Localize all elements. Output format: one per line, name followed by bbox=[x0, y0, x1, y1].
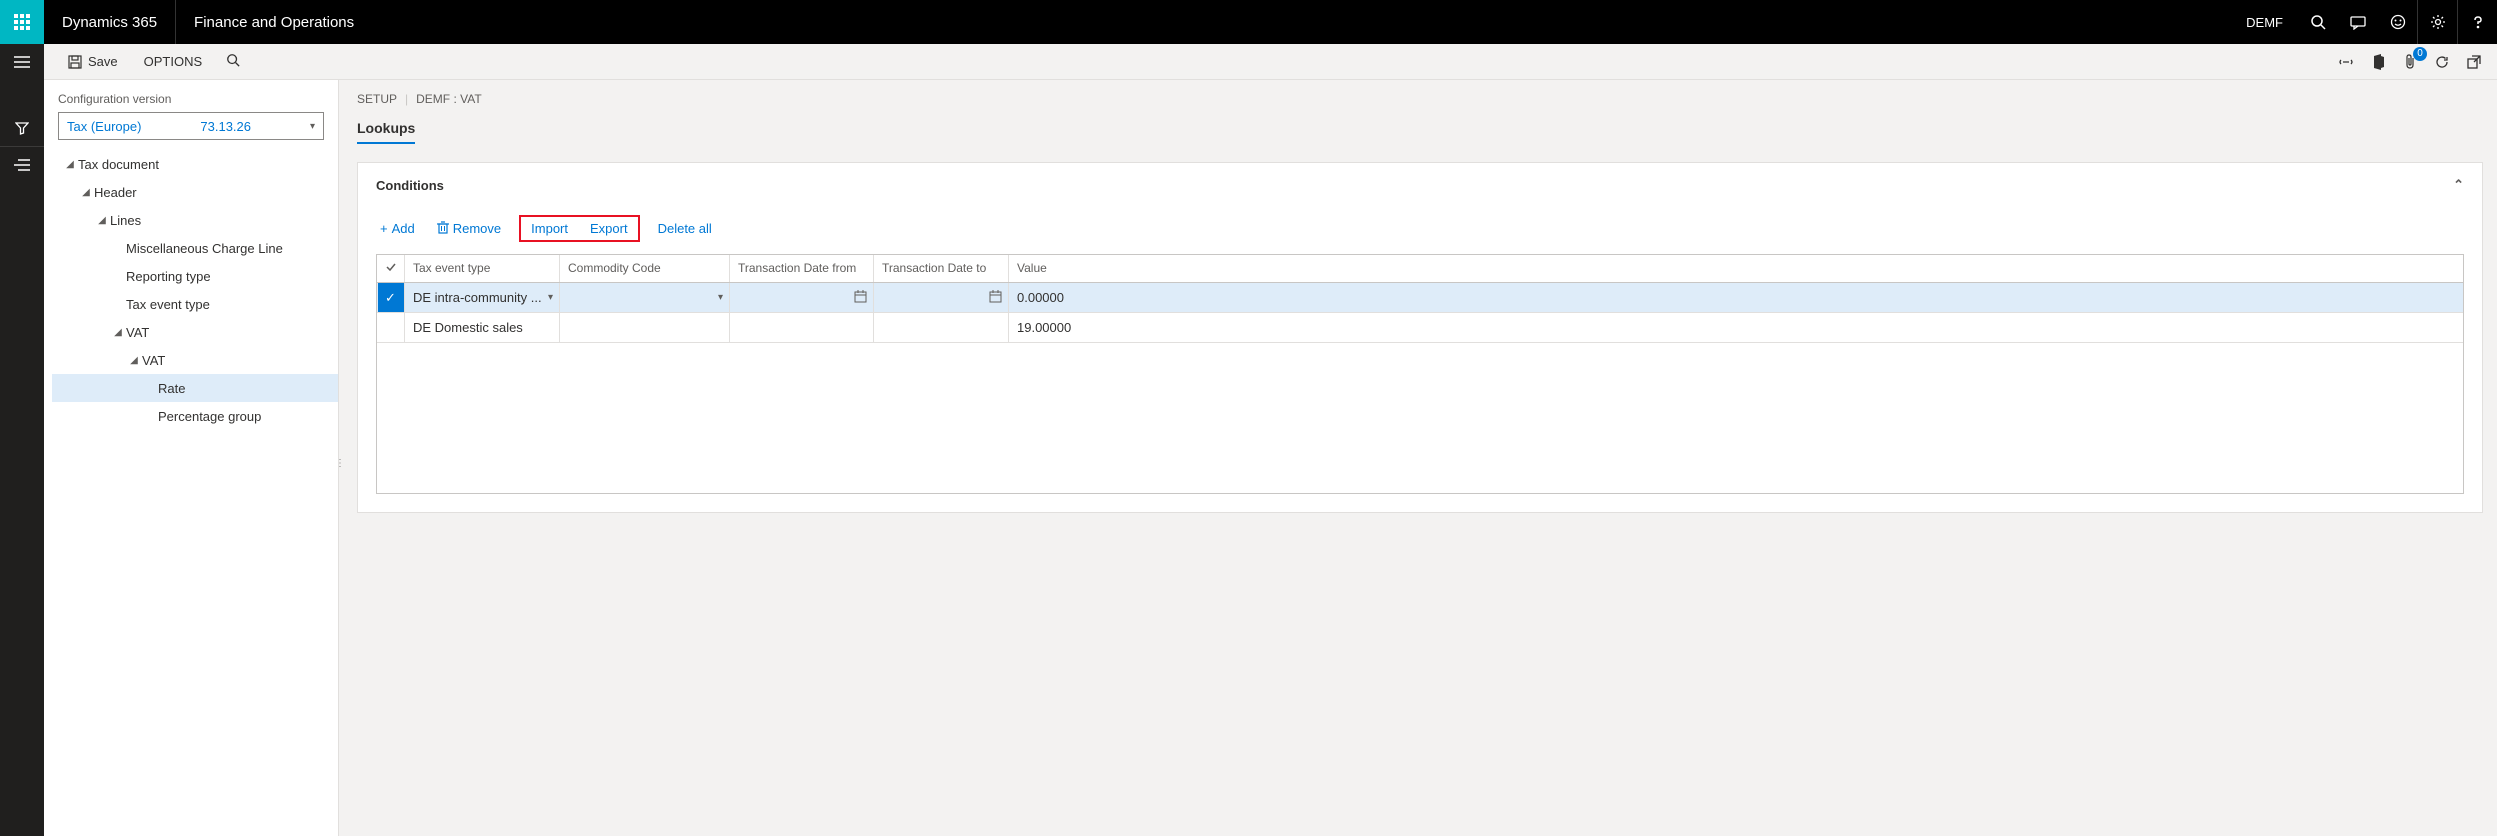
row-selector[interactable]: ✓ bbox=[377, 283, 405, 312]
calendar-icon bbox=[989, 290, 1002, 306]
tab-lookups[interactable]: Lookups bbox=[357, 120, 415, 144]
chevron-down-icon: ▾ bbox=[718, 292, 723, 303]
messages-icon[interactable] bbox=[2337, 0, 2377, 44]
delete-all-button[interactable]: Delete all bbox=[654, 219, 716, 238]
cell-tax-event-type[interactable]: DE Domestic sales bbox=[405, 313, 560, 342]
app-launcher-button[interactable] bbox=[0, 0, 44, 44]
action-bar: Save OPTIONS 0 bbox=[0, 44, 2497, 80]
save-label: Save bbox=[88, 54, 118, 69]
plus-icon: + bbox=[380, 221, 388, 236]
tree-lines[interactable]: ◢Lines bbox=[52, 206, 338, 234]
conditions-body: +Add Remove Import Export Delete all Tax… bbox=[358, 207, 2482, 512]
cell-value[interactable]: 0.00000 bbox=[1009, 283, 1143, 312]
cell-tax-event-type[interactable]: DE intra-community ...▾ bbox=[405, 283, 560, 312]
tree-reporting-type[interactable]: Reporting type bbox=[52, 262, 338, 290]
grid-header: Tax event type Commodity Code Transactio… bbox=[377, 255, 2463, 283]
conditions-grid: Tax event type Commodity Code Transactio… bbox=[376, 254, 2464, 494]
cell-trans-from[interactable] bbox=[730, 313, 874, 342]
conditions-panel: Conditions ⌃ +Add Remove Import Export D… bbox=[357, 162, 2483, 513]
config-version: 73.13.26 bbox=[200, 119, 251, 134]
cell-commodity-code[interactable]: ▾ bbox=[560, 283, 730, 312]
actionbar-right: 0 bbox=[2333, 49, 2497, 75]
app-title: Finance and Operations bbox=[176, 14, 372, 31]
save-icon bbox=[68, 55, 82, 69]
col-trans-to[interactable]: Transaction Date to bbox=[874, 255, 1009, 282]
list-icon[interactable] bbox=[0, 147, 44, 183]
config-name: Tax (Europe) bbox=[67, 119, 141, 134]
tree-tax-event-type[interactable]: Tax event type bbox=[52, 290, 338, 318]
row-selector[interactable] bbox=[377, 313, 405, 342]
import-button[interactable]: Import bbox=[527, 219, 572, 238]
cell-trans-from[interactable] bbox=[730, 283, 874, 312]
filter-icon[interactable] bbox=[0, 110, 44, 146]
grid-empty-space bbox=[377, 343, 2463, 493]
help-icon[interactable] bbox=[2457, 0, 2497, 44]
cell-commodity-code[interactable] bbox=[560, 313, 730, 342]
link-icon[interactable] bbox=[2333, 49, 2359, 75]
conditions-title: Conditions bbox=[376, 178, 444, 193]
actionbar-search-icon[interactable] bbox=[216, 53, 250, 70]
company-badge[interactable]: DEMF bbox=[2232, 15, 2297, 30]
navigation-tree: ◢Tax document ◢Header ◢Lines Miscellaneo… bbox=[44, 150, 338, 430]
header-right: DEMF bbox=[2232, 0, 2497, 44]
refresh-icon[interactable] bbox=[2429, 49, 2455, 75]
col-tax-event-type[interactable]: Tax event type bbox=[405, 255, 560, 282]
table-row[interactable]: DE Domestic sales 19.00000 bbox=[377, 313, 2463, 343]
table-row[interactable]: ✓ DE intra-community ...▾ ▾ 0.00000 bbox=[377, 283, 2463, 313]
col-commodity-code[interactable]: Commodity Code bbox=[560, 255, 730, 282]
cell-trans-to[interactable] bbox=[874, 313, 1009, 342]
cell-value[interactable]: 19.00000 bbox=[1009, 313, 1143, 342]
col-trans-from[interactable]: Transaction Date from bbox=[730, 255, 874, 282]
options-button[interactable]: OPTIONS bbox=[130, 54, 217, 69]
waffle-icon bbox=[14, 14, 30, 30]
tree-header[interactable]: ◢Header bbox=[52, 178, 338, 206]
settings-icon[interactable] bbox=[2417, 0, 2457, 44]
import-export-highlight: Import Export bbox=[519, 215, 639, 242]
tree-rate[interactable]: Rate bbox=[52, 374, 338, 402]
conditions-header[interactable]: Conditions ⌃ bbox=[358, 163, 2482, 207]
trash-icon bbox=[437, 221, 449, 237]
search-icon[interactable] bbox=[2297, 0, 2337, 44]
main: Configuration version Tax (Europe) 73.13… bbox=[44, 80, 2497, 836]
chevron-down-icon: ▾ bbox=[310, 121, 315, 132]
left-rail bbox=[0, 44, 44, 836]
popout-icon[interactable] bbox=[2461, 49, 2487, 75]
save-button[interactable]: Save bbox=[56, 54, 130, 69]
remove-button[interactable]: Remove bbox=[433, 219, 505, 239]
attachments-badge: 0 bbox=[2413, 47, 2427, 61]
add-button[interactable]: +Add bbox=[376, 219, 419, 238]
top-header: Dynamics 365 Finance and Operations DEMF bbox=[0, 0, 2497, 44]
hamburger-icon[interactable] bbox=[0, 44, 44, 80]
check-icon: ✓ bbox=[378, 283, 404, 312]
chevron-up-icon: ⌃ bbox=[2453, 177, 2464, 193]
breadcrumb: SETUP | DEMF : VAT bbox=[357, 92, 2497, 106]
chevron-down-icon: ▾ bbox=[548, 292, 553, 303]
breadcrumb-vat[interactable]: DEMF : VAT bbox=[416, 92, 482, 106]
config-version-select[interactable]: Tax (Europe) 73.13.26 ▾ bbox=[58, 112, 324, 140]
tabs: Lookups bbox=[357, 120, 2497, 144]
tree-vat[interactable]: ◢VAT bbox=[52, 318, 338, 346]
attachments-icon[interactable]: 0 bbox=[2397, 49, 2423, 75]
breadcrumb-separator: | bbox=[405, 92, 408, 106]
tree-tax-document[interactable]: ◢Tax document bbox=[52, 150, 338, 178]
col-select[interactable] bbox=[377, 255, 405, 282]
config-version-label: Configuration version bbox=[44, 92, 338, 112]
tree-vat-inner[interactable]: ◢VAT bbox=[52, 346, 338, 374]
brand-label[interactable]: Dynamics 365 bbox=[44, 0, 176, 44]
feedback-icon[interactable] bbox=[2377, 0, 2417, 44]
splitter-handle[interactable]: ⋮ bbox=[335, 458, 345, 469]
cell-trans-to[interactable] bbox=[874, 283, 1009, 312]
calendar-icon bbox=[854, 290, 867, 306]
tree-percentage-group[interactable]: Percentage group bbox=[52, 402, 338, 430]
col-value[interactable]: Value bbox=[1009, 255, 1143, 282]
office-icon[interactable] bbox=[2365, 49, 2391, 75]
grid-toolbar: +Add Remove Import Export Delete all bbox=[376, 207, 2464, 254]
breadcrumb-setup[interactable]: SETUP bbox=[357, 92, 397, 106]
sidebar: Configuration version Tax (Europe) 73.13… bbox=[44, 80, 339, 836]
tree-misc-charge[interactable]: Miscellaneous Charge Line bbox=[52, 234, 338, 262]
content: ⋮ SETUP | DEMF : VAT Lookups Conditions … bbox=[339, 80, 2497, 836]
export-button[interactable]: Export bbox=[586, 219, 632, 238]
